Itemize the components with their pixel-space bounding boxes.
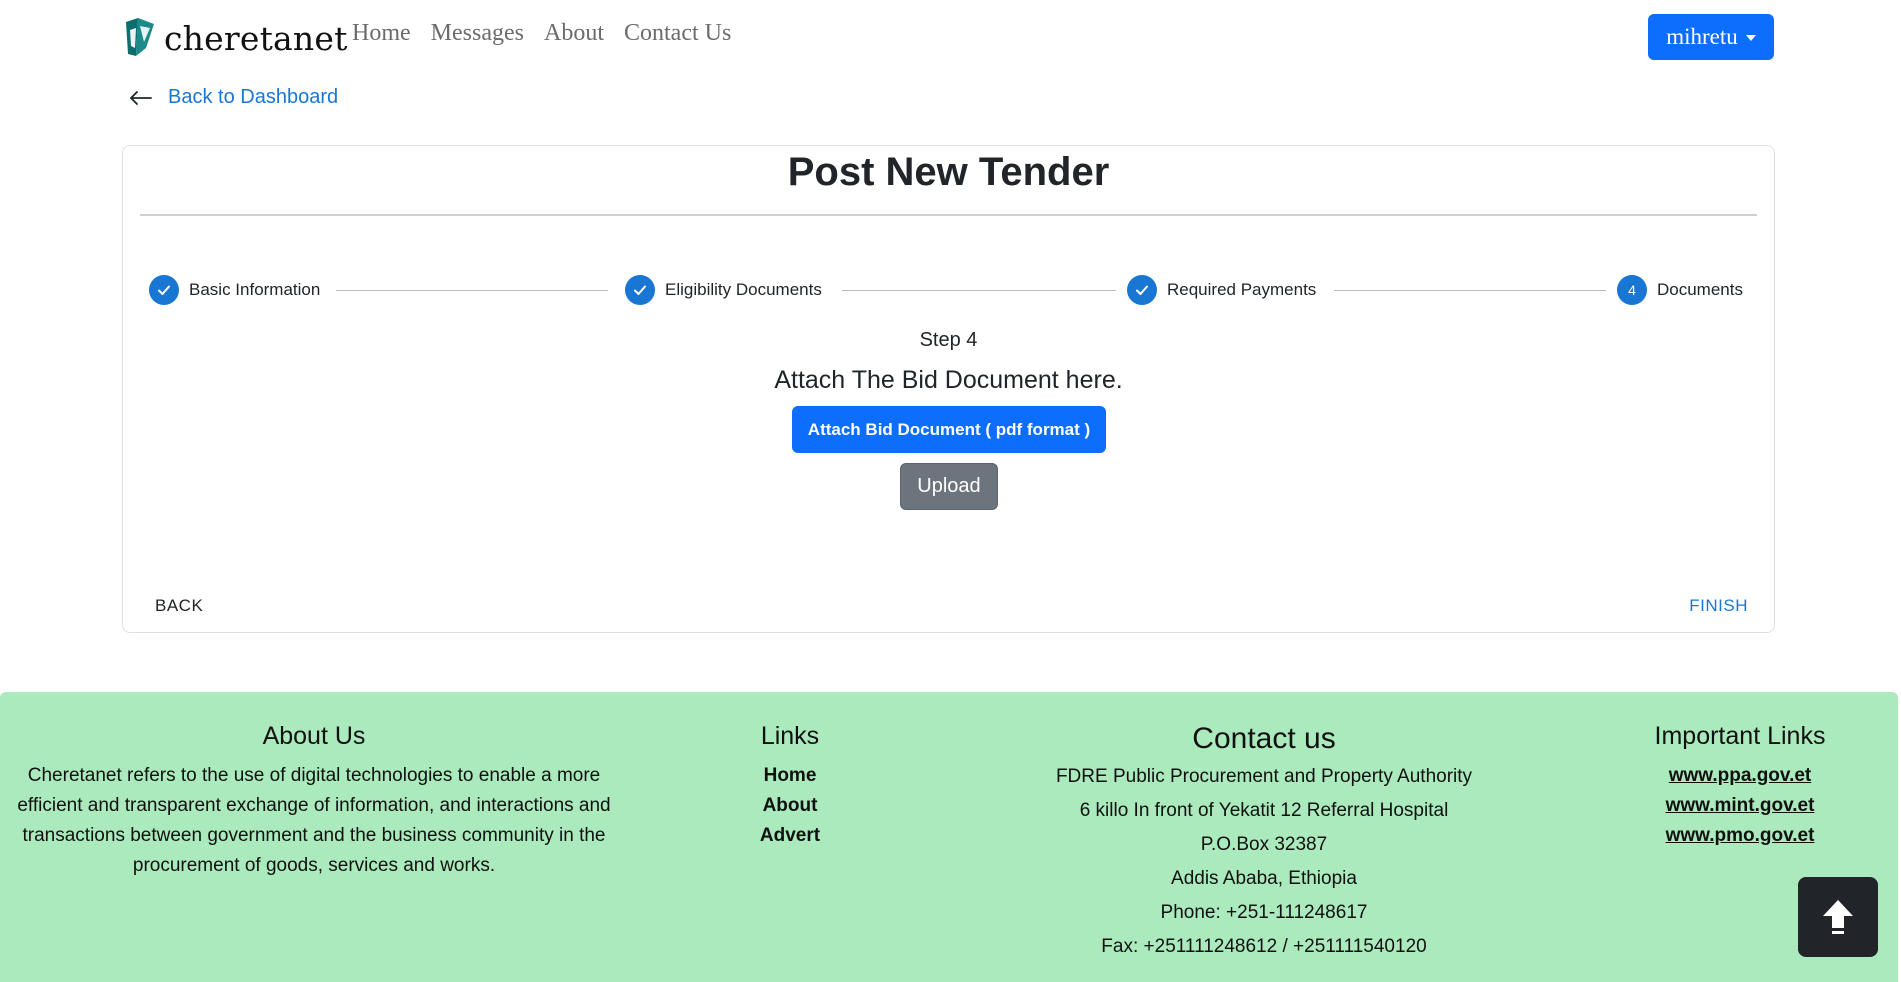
user-name: mihretu — [1666, 24, 1738, 49]
nav-messages[interactable]: Messages — [431, 20, 524, 47]
cheretanet-logo-icon — [126, 18, 154, 56]
link-mint[interactable]: www.mint.gov.et — [1600, 791, 1880, 821]
step-label: Documents — [1657, 280, 1743, 299]
contact-line: Addis Ababa, Ethiopia — [1171, 868, 1357, 889]
page-title: Post New Tender — [787, 150, 1110, 194]
footer-links: Links Home About Advert — [690, 692, 890, 851]
nav-links: Home Messages About Contact Us — [352, 20, 731, 47]
step-number-badge: 4 — [1617, 275, 1647, 305]
contact-line: 6 killo In front of Yekatit 12 Referral … — [1079, 800, 1449, 821]
contact-line: Phone: +251-111248617 — [1160, 902, 1368, 923]
footer: About Us Cheretanet refers to the use of… — [0, 692, 1898, 982]
contact-line: P.O.Box 32387 — [1200, 834, 1328, 855]
step-label: Eligibility Documents — [665, 280, 822, 299]
check-icon — [625, 275, 655, 305]
post-tender-card: Post New Tender Basic Information Eligib… — [122, 145, 1775, 633]
step-number: Step 4 — [919, 329, 978, 351]
back-button[interactable]: BACK — [155, 596, 203, 616]
navbar: cheretanet Home Messages About Contact U… — [0, 0, 1901, 76]
step-heading: Attach The Bid Document here. — [774, 366, 1123, 394]
footer-about-text: Cheretanet refers to the use of digital … — [17, 765, 611, 876]
nav-about[interactable]: About — [544, 20, 604, 47]
attach-bid-document-button[interactable]: Attach Bid Document ( pdf format ) — [792, 406, 1106, 453]
scroll-to-top-button[interactable] — [1798, 877, 1878, 957]
footer-links-title: Links — [760, 722, 820, 750]
stepper: Basic Information Eligibility Documents … — [149, 274, 1751, 308]
footer-contact-title: Contact us — [1192, 722, 1336, 755]
footer-important-title: Important Links — [1654, 722, 1826, 750]
arrow-up-icon — [1823, 900, 1853, 934]
step-eligibility-documents[interactable]: Eligibility Documents — [625, 274, 822, 306]
step-connector — [1334, 290, 1606, 291]
title-divider — [140, 214, 1757, 216]
footer-link-advert[interactable]: Advert — [690, 821, 890, 851]
footer-about-title: About Us — [262, 722, 366, 750]
contact-line: Fax: +251111248612 / +251111540120 — [1101, 936, 1427, 957]
step-connector — [842, 290, 1116, 291]
arrow-left-icon — [130, 90, 152, 105]
user-menu-button[interactable]: mihretu — [1648, 14, 1774, 60]
step-label: Basic Information — [189, 280, 321, 299]
footer-important-links: Important Links www.ppa.gov.et www.mint.… — [1600, 692, 1880, 851]
nav-contact-us[interactable]: Contact Us — [624, 20, 731, 47]
footer-about: About Us Cheretanet refers to the use of… — [12, 692, 616, 881]
step-label: Required Payments — [1167, 280, 1317, 299]
brand[interactable]: cheretanet — [124, 18, 348, 58]
check-icon — [1127, 275, 1157, 305]
contact-line: FDRE Public Procurement and Property Aut… — [1055, 766, 1473, 787]
step-connector — [336, 290, 608, 291]
footer-link-about[interactable]: About — [690, 791, 890, 821]
footer-contact: Contact us FDRE Public Procurement and P… — [1004, 692, 1524, 964]
step-documents[interactable]: 4 Documents — [1617, 274, 1743, 306]
footer-link-home[interactable]: Home — [690, 761, 890, 791]
finish-button[interactable]: FINISH — [1689, 596, 1748, 616]
brand-name: cheretanet — [164, 18, 348, 58]
link-pmo[interactable]: www.pmo.gov.et — [1600, 821, 1880, 851]
back-to-dashboard-label: Back to Dashboard — [168, 86, 339, 108]
nav-home[interactable]: Home — [352, 20, 411, 47]
step-basic-information[interactable]: Basic Information — [149, 274, 320, 306]
step-required-payments[interactable]: Required Payments — [1127, 274, 1316, 306]
check-icon — [149, 275, 179, 305]
upload-button[interactable]: Upload — [900, 463, 998, 510]
back-to-dashboard-link[interactable]: Back to Dashboard — [130, 86, 338, 109]
caret-down-icon — [1745, 35, 1756, 41]
link-ppa[interactable]: www.ppa.gov.et — [1600, 761, 1880, 791]
